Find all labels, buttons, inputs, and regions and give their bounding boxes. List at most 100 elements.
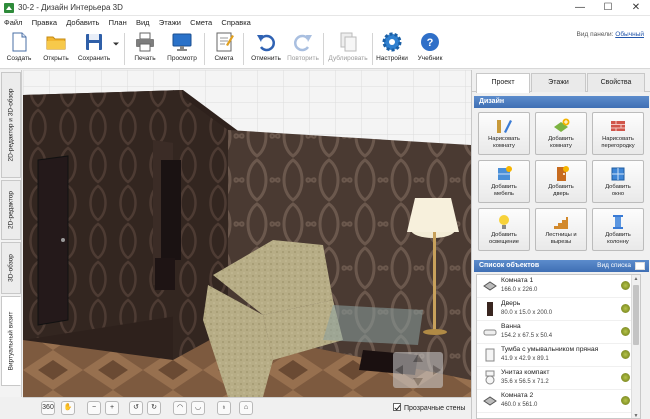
stairs-cutouts-button[interactable]: Лестницы и вырезы (535, 208, 587, 251)
app-icon (4, 3, 14, 13)
main-toolbar: Создать Открыть Сохранить Печать Просмот… (0, 29, 650, 69)
estimate-button[interactable]: Смета (210, 31, 238, 67)
tab-project[interactable]: Проект (476, 73, 530, 93)
list-item[interactable]: Комната 1 166.0 x 226.0 (477, 275, 632, 298)
zoom-out-icon: − (91, 404, 97, 411)
floppy-icon (86, 34, 102, 50)
add-lighting-button[interactable]: Добавить освещение (478, 208, 530, 251)
add-window-button[interactable]: Добавить окно (592, 160, 644, 203)
gear-icon (382, 32, 402, 52)
menu-help[interactable]: Справка (217, 16, 253, 29)
chevron-down-icon (113, 42, 119, 46)
visibility-icon[interactable] (621, 396, 630, 405)
add-room-button[interactable]: Добавить комнату (535, 112, 587, 155)
menu-plan[interactable]: План (105, 16, 130, 29)
3d-viewport[interactable] (23, 70, 471, 397)
menu-view[interactable]: Вид (132, 16, 153, 29)
list-view-icon[interactable] (635, 262, 645, 270)
toilet-icon (485, 370, 495, 385)
bathtub-icon (483, 329, 497, 336)
visibility-icon[interactable] (621, 281, 630, 290)
menu-floors[interactable]: Этажи (155, 16, 184, 29)
new-file-icon (12, 32, 27, 52)
visibility-icon[interactable] (621, 304, 630, 313)
list-item[interactable]: Ванна 154.2 x 67.5 x 50.4 (477, 321, 632, 344)
scroll-up-icon[interactable]: ▲ (632, 275, 640, 283)
rotate-360-button[interactable]: 360 (41, 401, 55, 415)
tab-virtual-visit[interactable]: Виртуальный визит (1, 296, 21, 386)
separator (204, 33, 205, 65)
undo-button[interactable]: Отменить (248, 31, 284, 67)
tab-2d-3d[interactable]: 2D-редактор и 3D-обзор (1, 72, 21, 178)
duplicate-button[interactable]: Дублировать (326, 31, 370, 67)
tilt-up-button[interactable]: ◠ (173, 401, 187, 415)
save-button[interactable]: Сохранить (76, 31, 112, 67)
lightbulb-icon: ♁ (221, 404, 227, 411)
menu-file[interactable]: Файл (0, 16, 25, 29)
panel-view: Вид панели: Обычный (576, 31, 644, 38)
rotate-right-button[interactable]: ↻ (147, 401, 161, 415)
zoom-in-button[interactable]: + (105, 401, 119, 415)
rotate-left-button[interactable]: ↺ (129, 401, 143, 415)
title-bar: 30-2 - Дизайн Интерьера 3D — ☐ ✕ (0, 0, 650, 16)
menu-edit[interactable]: Правка (28, 16, 60, 29)
view-list-link[interactable]: Вид списка (597, 260, 631, 272)
objects-list[interactable]: Комната 1 166.0 x 226.0 Дверь 80.0 x 15.… (476, 274, 641, 419)
tab-2d[interactable]: 2D-редактор (1, 180, 21, 240)
tab-floors[interactable]: Этажи (531, 73, 586, 92)
visibility-icon[interactable] (621, 327, 630, 336)
door-icon (487, 302, 493, 316)
menu-bar: Файл Правка Добавить План Вид Этажи Смет… (0, 16, 650, 29)
lighting-button[interactable]: ♁ (217, 401, 231, 415)
menu-add[interactable]: Добавить (62, 16, 102, 29)
separator (124, 33, 125, 65)
list-item[interactable]: Комната 2 460.0 x 561.0 (477, 390, 632, 413)
zoom-out-button[interactable]: − (87, 401, 101, 415)
visibility-icon[interactable] (621, 350, 630, 359)
menu-estimate[interactable]: Смета (186, 16, 215, 29)
hand-pan-button[interactable]: ✋ (61, 401, 75, 415)
add-column-button[interactable]: Добавить колонну (592, 208, 644, 251)
list-item[interactable]: Тумба с умывальником пряная 41.9 x 42.9 … (477, 344, 632, 367)
svg-text:?: ? (427, 37, 434, 49)
scroll-down-icon[interactable]: ▼ (632, 412, 640, 418)
maximize-button[interactable]: ☐ (594, 0, 622, 16)
settings-button[interactable]: Настройки (375, 31, 409, 67)
tab-3d[interactable]: 3D-обзор (1, 242, 21, 294)
tutorial-button[interactable]: ? Учебник (413, 31, 447, 67)
furniture-icon (498, 166, 512, 180)
lightbulb-icon (499, 215, 509, 229)
tilt-down-button[interactable]: ◡ (191, 401, 205, 415)
objects-section-header: Список объектов Вид списка (474, 260, 649, 272)
tab-properties[interactable]: Свойства (587, 73, 645, 92)
minimize-button[interactable]: — (566, 0, 594, 16)
panel-view-link[interactable]: Обычный (615, 31, 644, 38)
transparent-walls-checkbox[interactable] (393, 403, 401, 411)
list-item[interactable]: Дверь 80.0 x 15.0 x 200.0 (477, 298, 632, 321)
open-button[interactable]: Открыть (38, 31, 74, 67)
add-furniture-button[interactable]: Добавить мебель (478, 160, 530, 203)
list-item[interactable]: Унитаз компакт 35.6 x 56.5 x 71.2 (477, 367, 632, 390)
right-panel-tabs: Проект Этажи Свойства (472, 70, 650, 93)
print-button[interactable]: Печать (130, 31, 160, 67)
scrollbar-thumb[interactable] (633, 285, 639, 345)
folder-icon (46, 36, 66, 50)
redo-button[interactable]: Повторить (285, 31, 321, 67)
draw-partition-button[interactable]: Нарисовать перегородку (592, 112, 644, 155)
separator (323, 33, 324, 65)
column-icon (613, 215, 623, 229)
close-button[interactable]: ✕ (622, 0, 650, 16)
right-panel: Проект Этажи Свойства Дизайн Нарисовать … (471, 70, 650, 419)
transparent-walls-toggle[interactable]: Прозрачные стены (393, 403, 465, 412)
create-button[interactable]: Создать (4, 31, 34, 67)
preview-button[interactable]: Просмотр (164, 31, 200, 67)
objects-scrollbar[interactable]: ▲ ▼ (631, 275, 640, 418)
draw-room-button[interactable]: Нарисовать комнату (478, 112, 530, 155)
visibility-icon[interactable] (621, 373, 630, 382)
rotate-right-icon: ↻ (151, 404, 157, 411)
room-plus-icon (554, 118, 570, 132)
add-door-button[interactable]: Добавить дверь (535, 160, 587, 203)
window-icon (611, 167, 625, 181)
3d-scene[interactable] (23, 70, 471, 397)
home-view-button[interactable]: ⌂ (239, 401, 253, 415)
